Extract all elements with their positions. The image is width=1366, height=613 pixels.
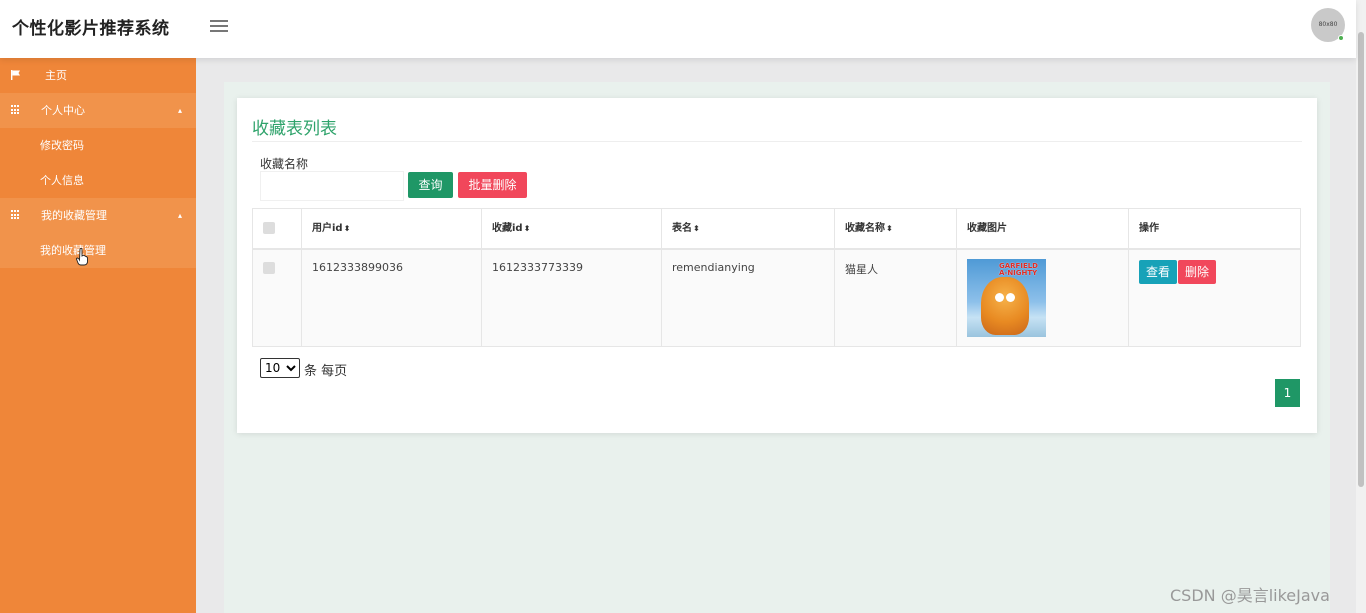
cell-actions: 查看 删除	[1128, 248, 1301, 347]
page-title: 收藏表列表	[252, 119, 337, 139]
sidebar-item-personal-center[interactable]: 个人中心 ▴	[0, 93, 196, 128]
row-select-cell	[252, 248, 302, 347]
title-divider	[252, 141, 1302, 142]
grid-icon	[11, 210, 21, 220]
pagination-page-1[interactable]: 1	[1275, 379, 1300, 407]
cell-fav-image: GARFIELD A-NIGHTY	[956, 248, 1129, 347]
chevron-up-icon: ▴	[178, 211, 183, 220]
favorites-list-card: 收藏表列表 收藏名称 查询 批量删除 用户id⬍ 收藏id⬍ 表名⬍ 收藏名称⬍…	[237, 98, 1317, 433]
table-header-row: 用户id⬍ 收藏id⬍ 表名⬍ 收藏名称⬍ 收藏图片 操作	[252, 208, 1301, 250]
page-size-label: 条 每页	[304, 364, 348, 379]
cell-fav-name: 猫星人	[834, 248, 957, 347]
scrollbar-thumb[interactable]	[1358, 32, 1364, 487]
sort-icon: ⬍	[693, 224, 700, 233]
sidebar-item-home[interactable]: 主页	[0, 58, 196, 93]
sidebar-item-label: 修改密码	[40, 139, 84, 152]
sidebar-item-label: 个人信息	[40, 174, 84, 187]
flag-icon	[11, 70, 20, 80]
sidebar-item-personal-info[interactable]: 个人信息	[0, 163, 196, 198]
sort-icon: ⬍	[523, 224, 531, 233]
search-label: 收藏名称	[260, 157, 309, 171]
sidebar-item-label: 个人中心	[41, 104, 85, 117]
column-header-fav-id[interactable]: 收藏id⬍	[481, 208, 662, 250]
delete-button[interactable]: 删除	[1178, 260, 1217, 284]
cell-table-name: remendianying	[661, 248, 835, 347]
sidebar-item-my-favorites[interactable]: 我的收藏管理	[0, 233, 196, 268]
sidebar: 主页 个人中心 ▴ 修改密码 个人信息 我的收藏管理 ▴ 我的收藏管理	[0, 58, 196, 613]
hand-cursor-icon	[76, 248, 88, 266]
batch-delete-button[interactable]: 批量删除	[458, 172, 527, 198]
grid-icon	[11, 105, 21, 115]
select-all-cell	[252, 208, 302, 250]
view-button[interactable]: 查看	[1139, 260, 1178, 284]
sidebar-item-change-password[interactable]: 修改密码	[0, 128, 196, 163]
sidebar-item-label: 我的收藏管理	[40, 244, 106, 257]
watermark: CSDN @昊言likeJava	[1170, 586, 1330, 605]
favorite-name-input[interactable]	[260, 171, 404, 201]
sidebar-item-favorites-group[interactable]: 我的收藏管理 ▴	[0, 198, 196, 233]
column-header-fav-image: 收藏图片	[956, 208, 1129, 250]
row-checkbox[interactable]	[263, 262, 275, 274]
column-header-table-name[interactable]: 表名⬍	[661, 208, 835, 250]
menu-toggle-icon[interactable]	[210, 17, 228, 33]
top-header: 个性化影片推荐系统 80x80	[0, 0, 1356, 58]
column-header-actions: 操作	[1128, 208, 1301, 250]
favorites-table: 用户id⬍ 收藏id⬍ 表名⬍ 收藏名称⬍ 收藏图片 操作 1612333899…	[252, 208, 1301, 347]
query-button[interactable]: 查询	[408, 172, 453, 198]
cell-fav-id: 1612333773339	[481, 248, 662, 347]
cell-user-id: 1612333899036	[301, 248, 482, 347]
favorite-poster-image[interactable]: GARFIELD A-NIGHTY	[967, 259, 1046, 337]
column-header-fav-name[interactable]: 收藏名称⬍	[834, 208, 957, 250]
cat-figure	[981, 277, 1029, 335]
online-status-dot	[1338, 35, 1344, 41]
table-row: 1612333899036 1612333773339 remendianyin…	[252, 248, 1301, 347]
sort-icon: ⬍	[343, 224, 351, 233]
app-title: 个性化影片推荐系统	[12, 19, 170, 39]
sidebar-item-label: 主页	[45, 69, 67, 82]
poster-logo-text: GARFIELD A-NIGHTY	[999, 262, 1038, 277]
page-size-select[interactable]: 10	[260, 358, 300, 378]
sort-icon: ⬍	[886, 224, 893, 233]
select-all-checkbox[interactable]	[263, 222, 275, 234]
sidebar-item-label: 我的收藏管理	[41, 209, 107, 222]
chevron-up-icon: ▴	[178, 106, 183, 115]
column-header-user-id[interactable]: 用户id⬍	[301, 208, 482, 250]
